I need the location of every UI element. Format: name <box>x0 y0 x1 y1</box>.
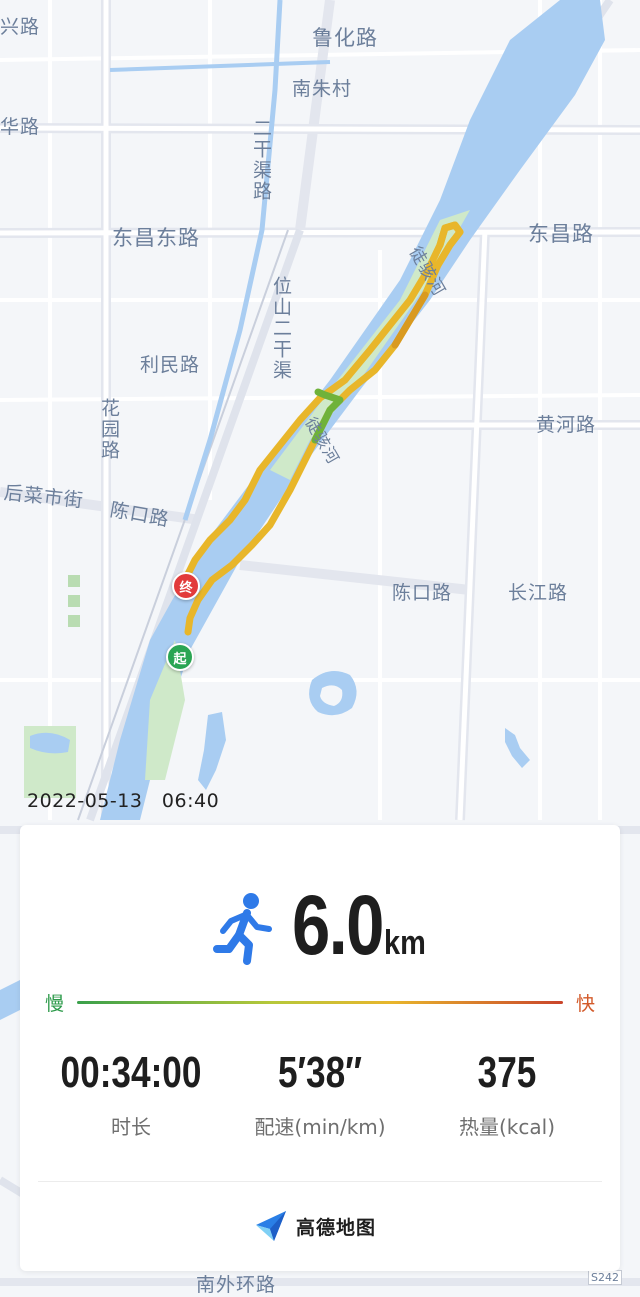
map-label-changjiang-road: 长江路 <box>508 582 569 604</box>
distance-unit: km <box>384 924 426 962</box>
calories-value: 375 <box>477 1048 537 1097</box>
stat-calories: 375 热量(kcal) <box>407 1051 607 1140</box>
map-label-hua-road: 华路 <box>0 116 41 138</box>
gaode-logo-icon <box>256 1211 286 1241</box>
duration-value: 00:34:00 <box>60 1048 202 1097</box>
map-label-nanzhu-village: 南朱村 <box>292 78 353 100</box>
end-marker[interactable]: 终 <box>172 572 200 600</box>
map-label-huayuan-road: 花园路 <box>98 398 120 461</box>
run-summary-card: 6.0 km 慢 快 00:34:00 时长 5′38″ 配速(min/km) … <box>20 825 620 1271</box>
activity-timestamp: 2022-05-13 06:40 <box>27 790 220 812</box>
stat-duration: 00:34:00 时长 <box>31 1051 231 1140</box>
pace-value: 5′38″ <box>277 1048 363 1097</box>
distance-display: 6.0 km <box>292 883 433 967</box>
map-label-dongchang-east-road: 东昌东路 <box>112 226 200 250</box>
map-label-limin-road: 利民路 <box>140 354 201 376</box>
map-label-erganqu-road: 二干渠路 <box>250 118 272 202</box>
map-label-dongchang-road: 东昌路 <box>528 222 594 246</box>
route-shield-s242: S242 <box>588 1270 622 1285</box>
pace-fast-label: 快 <box>575 993 595 1015</box>
map-label-nanwai-ring-road: 南外环路 <box>196 1274 277 1296</box>
pace-slow-label: 慢 <box>45 993 65 1015</box>
distance-value: 6.0 <box>292 878 384 972</box>
runner-icon <box>213 893 272 965</box>
divider <box>38 1181 602 1182</box>
brand-name: 高德地图 <box>296 1216 377 1239</box>
brand-footer[interactable]: 高德地图 <box>252 1207 376 1245</box>
start-marker[interactable]: 起 <box>166 643 194 671</box>
stat-pace: 5′38″ 配速(min/km) <box>220 1051 420 1140</box>
calories-label: 热量(kcal) <box>459 1115 555 1139</box>
duration-label: 时长 <box>111 1115 151 1139</box>
map-label-huanghe-road: 黄河路 <box>536 414 597 436</box>
map-label-xing-road: 兴路 <box>0 16 41 38</box>
map-label-weishan-canal: 位山二干渠 <box>270 276 292 381</box>
pace-legend-bar <box>77 1001 563 1004</box>
pace-label: 配速(min/km) <box>254 1115 386 1139</box>
map-label-chenkou-road-east: 陈口路 <box>392 582 453 604</box>
map-label-luhua-road: 鲁化路 <box>312 26 378 50</box>
